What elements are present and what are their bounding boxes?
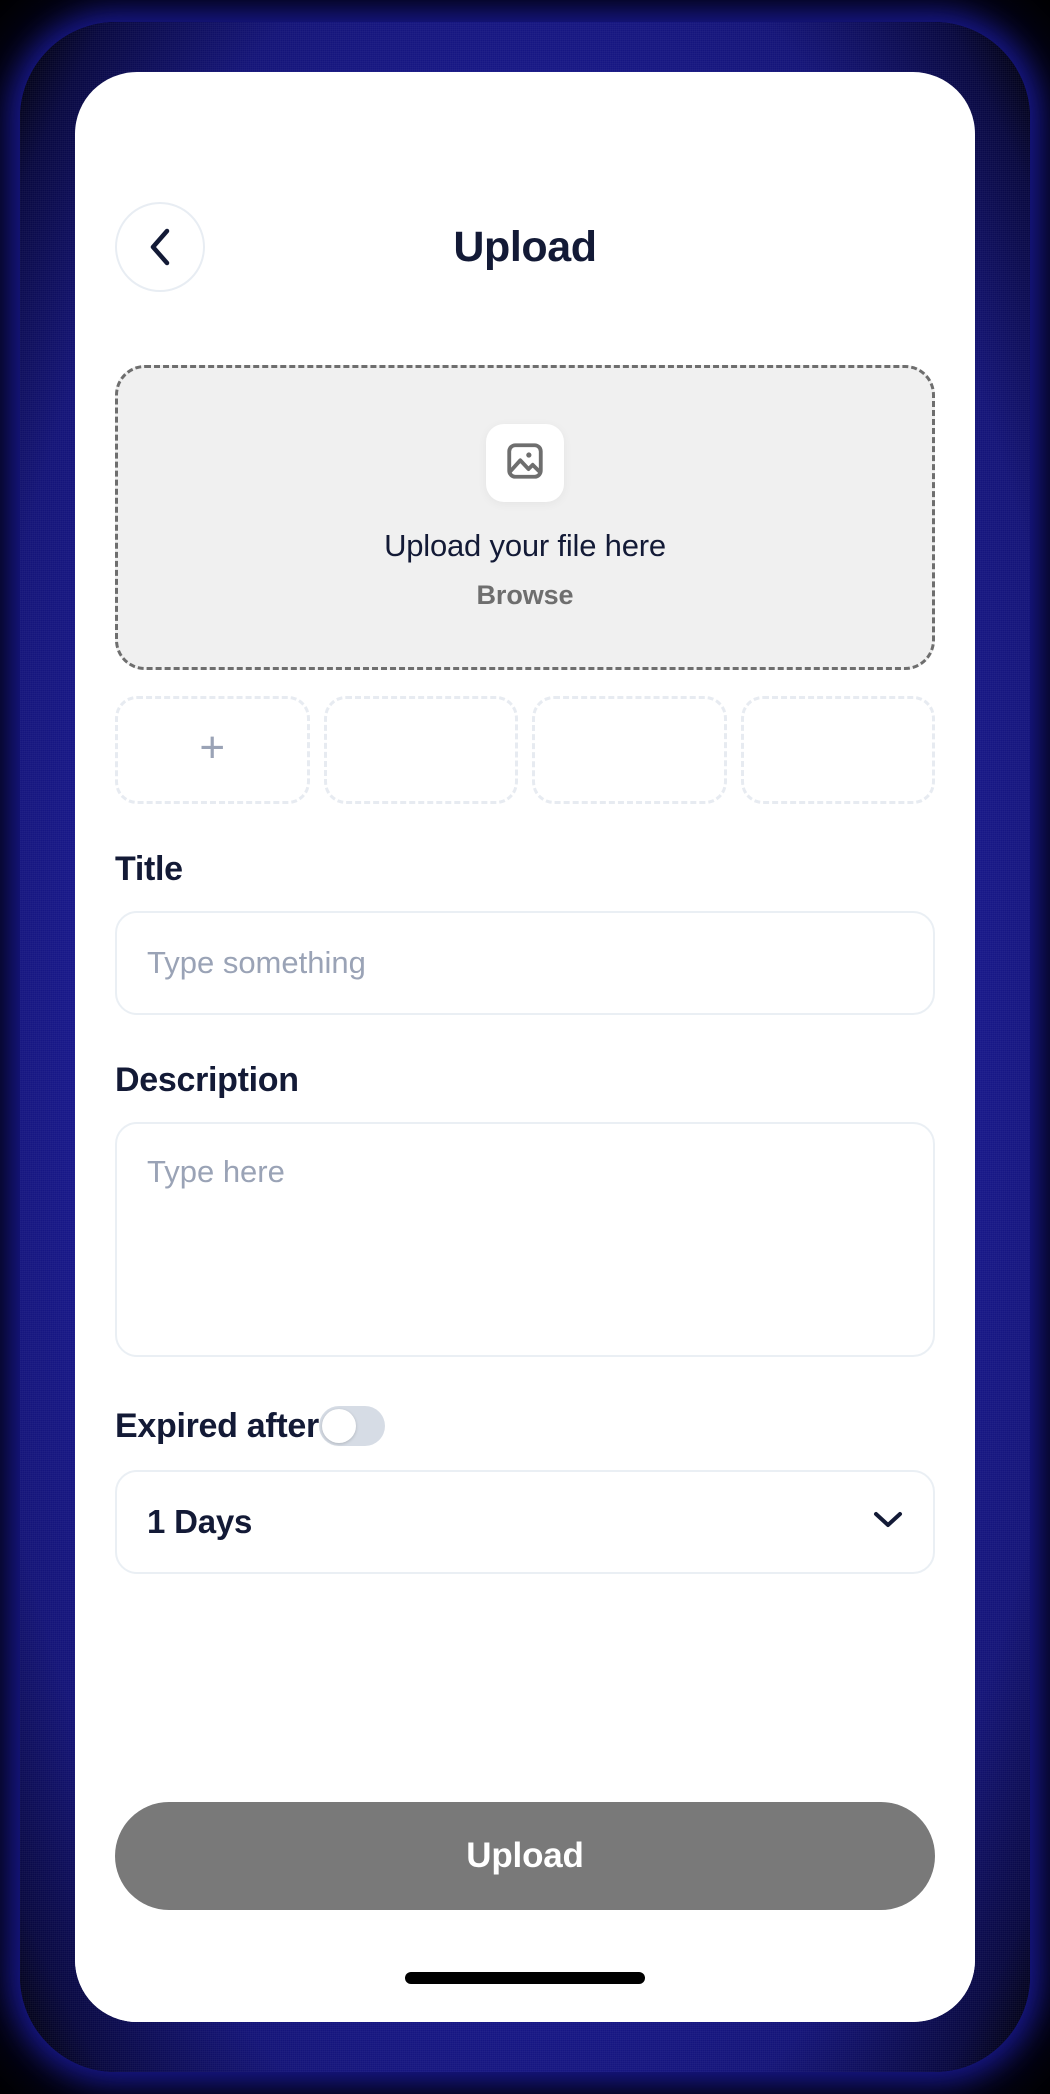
chevron-down-icon xyxy=(873,1511,903,1534)
thumbnail-strip: + xyxy=(115,696,935,804)
title-label: Title xyxy=(115,850,183,888)
plus-icon: + xyxy=(199,723,226,772)
title-input[interactable] xyxy=(115,911,935,1015)
expiry-duration-select[interactable]: 1 Days xyxy=(115,1470,935,1574)
expired-after-row: Expired after xyxy=(115,1406,935,1446)
phone-screen: Upload Upload your file here Browse + Ti… xyxy=(75,72,975,2022)
file-dropzone[interactable]: Upload your file here Browse xyxy=(115,365,935,670)
image-icon xyxy=(504,440,546,487)
upload-button[interactable]: Upload xyxy=(115,1802,935,1910)
thumbnail-slot[interactable] xyxy=(532,696,727,804)
description-field-block: Description xyxy=(115,1061,935,1362)
screen-content: Upload Upload your file here Browse + Ti… xyxy=(75,72,975,2022)
description-label: Description xyxy=(115,1061,299,1099)
expired-after-toggle[interactable] xyxy=(318,1406,385,1446)
chevron-left-icon xyxy=(147,227,173,267)
dropzone-title: Upload your file here xyxy=(384,528,666,563)
expiry-duration-value: 1 Days xyxy=(147,1503,253,1540)
app-header: Upload xyxy=(115,187,935,307)
toggle-knob xyxy=(321,1409,356,1443)
device-stage: Upload Upload your file here Browse + Ti… xyxy=(0,0,1050,2094)
thumbnail-slot[interactable] xyxy=(323,696,518,804)
back-button[interactable] xyxy=(115,202,205,292)
description-input[interactable] xyxy=(115,1122,935,1357)
title-field-block: Title xyxy=(115,850,935,1015)
home-indicator xyxy=(405,1972,645,1984)
image-icon-card xyxy=(486,424,564,502)
browse-button[interactable]: Browse xyxy=(477,580,574,611)
thumbnail-slot[interactable] xyxy=(740,696,935,804)
thumbnail-slot-add[interactable]: + xyxy=(115,696,310,804)
expired-after-label: Expired after xyxy=(115,1406,319,1445)
page-title: Upload xyxy=(453,222,597,271)
